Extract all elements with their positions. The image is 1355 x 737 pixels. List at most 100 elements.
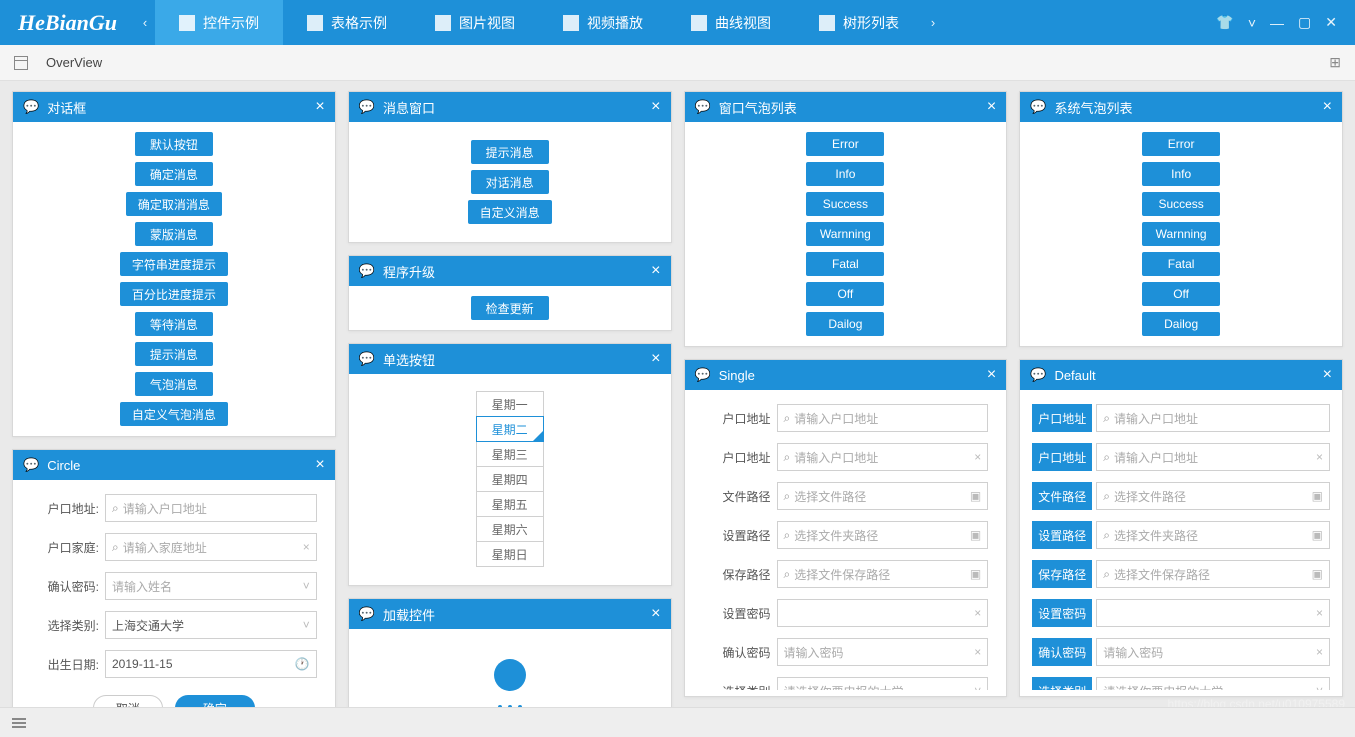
- text-input[interactable]: ×: [1096, 599, 1330, 627]
- chevron-down-icon[interactable]: ˅: [1316, 684, 1323, 690]
- clear-icon[interactable]: ×: [974, 645, 981, 659]
- action-button[interactable]: Warnning: [1142, 222, 1220, 246]
- close-icon[interactable]: ✕: [1325, 14, 1337, 31]
- action-button[interactable]: Success: [1142, 192, 1220, 216]
- action-button[interactable]: 自定义气泡消息: [120, 402, 228, 426]
- action-button[interactable]: Off: [1142, 282, 1220, 306]
- radio-option[interactable]: 星期日: [476, 541, 544, 567]
- card-close-icon[interactable]: ×: [315, 456, 324, 474]
- action-button[interactable]: 确定取消消息: [126, 192, 222, 216]
- windows-icon[interactable]: ⊞: [1329, 54, 1341, 71]
- action-button[interactable]: Dailog: [806, 312, 884, 336]
- action-button[interactable]: Info: [1142, 162, 1220, 186]
- nav-tab[interactable]: 表格示例: [283, 0, 411, 45]
- dropdown-caret-icon[interactable]: ˅: [1248, 15, 1256, 31]
- nav-tab[interactable]: 视频播放: [539, 0, 667, 45]
- card-close-icon[interactable]: ×: [987, 98, 996, 116]
- card-close-icon[interactable]: ×: [651, 350, 660, 368]
- text-input[interactable]: ⌕请输入家庭地址×: [105, 533, 317, 561]
- clear-icon[interactable]: ×: [974, 450, 981, 464]
- action-button[interactable]: 自定义消息: [468, 200, 552, 224]
- text-input[interactable]: ⌕选择文件路径▣: [777, 482, 989, 510]
- text-input[interactable]: ⌕选择文件夹路径▣: [1096, 521, 1330, 549]
- clear-icon[interactable]: ×: [303, 540, 310, 554]
- text-input[interactable]: ⌕请输入户口地址×: [1096, 443, 1330, 471]
- text-input[interactable]: 上海交通大学˅: [105, 611, 317, 639]
- clear-icon[interactable]: ×: [1316, 450, 1323, 464]
- radio-option[interactable]: 星期一: [476, 391, 544, 417]
- action-button[interactable]: 默认按钮: [135, 132, 213, 156]
- action-button[interactable]: 提示消息: [471, 140, 549, 164]
- maximize-icon[interactable]: ▢: [1298, 14, 1311, 31]
- clear-icon[interactable]: ×: [1316, 645, 1323, 659]
- layout-icon[interactable]: [14, 56, 28, 70]
- folder-icon[interactable]: ▣: [970, 567, 981, 581]
- action-button[interactable]: Fatal: [806, 252, 884, 276]
- card-close-icon[interactable]: ×: [987, 366, 996, 384]
- card-close-icon[interactable]: ×: [651, 605, 660, 623]
- nav-tab[interactable]: 控件示例: [155, 0, 283, 45]
- text-input[interactable]: ⌕请输入户口地址: [105, 494, 317, 522]
- text-input[interactable]: 2019-11-15🕐: [105, 650, 317, 678]
- text-input[interactable]: 请输入密码×: [1096, 638, 1330, 666]
- card-close-icon[interactable]: ×: [1323, 98, 1332, 116]
- folder-icon[interactable]: ▣: [1312, 528, 1323, 542]
- ok-button[interactable]: 确定: [175, 695, 255, 707]
- clear-icon[interactable]: ×: [1316, 606, 1323, 620]
- folder-icon[interactable]: ▣: [970, 489, 981, 503]
- nav-prev-icon[interactable]: ‹: [135, 15, 155, 30]
- radio-option[interactable]: 星期三: [476, 441, 544, 467]
- chevron-down-icon[interactable]: ˅: [303, 579, 310, 593]
- minimize-icon[interactable]: —: [1270, 15, 1284, 31]
- action-button[interactable]: 检查更新: [471, 296, 549, 320]
- action-button[interactable]: 字符串进度提示: [120, 252, 228, 276]
- action-button[interactable]: Error: [1142, 132, 1220, 156]
- theme-icon[interactable]: 👕: [1216, 14, 1233, 31]
- text-input[interactable]: 请输入姓名˅: [105, 572, 317, 600]
- nav-tab[interactable]: 树形列表: [795, 0, 923, 45]
- action-button[interactable]: Dailog: [1142, 312, 1220, 336]
- text-input[interactable]: ⌕选择文件路径▣: [1096, 482, 1330, 510]
- card-close-icon[interactable]: ×: [651, 98, 660, 116]
- cancel-button[interactable]: 取消: [93, 695, 163, 707]
- nav-tab[interactable]: 曲线视图: [667, 0, 795, 45]
- action-button[interactable]: Fatal: [1142, 252, 1220, 276]
- card-close-icon[interactable]: ×: [651, 262, 660, 280]
- chevron-down-icon[interactable]: ˅: [303, 618, 310, 632]
- text-input[interactable]: ⌕请输入户口地址: [777, 404, 989, 432]
- text-input[interactable]: 请选择你要申报的大学˅: [777, 677, 989, 690]
- action-button[interactable]: Info: [806, 162, 884, 186]
- radio-option[interactable]: 星期六: [476, 516, 544, 542]
- action-button[interactable]: 提示消息: [135, 342, 213, 366]
- action-button[interactable]: Off: [806, 282, 884, 306]
- card-close-icon[interactable]: ×: [1323, 366, 1332, 384]
- action-button[interactable]: 百分比进度提示: [120, 282, 228, 306]
- chevron-down-icon[interactable]: ˅: [974, 684, 981, 690]
- text-input[interactable]: 请选择你要申报的大学˅: [1096, 677, 1330, 690]
- action-button[interactable]: 蒙版消息: [135, 222, 213, 246]
- folder-icon[interactable]: ▣: [1312, 489, 1323, 503]
- text-input[interactable]: ⌕选择文件保存路径▣: [777, 560, 989, 588]
- text-input[interactable]: ⌕选择文件保存路径▣: [1096, 560, 1330, 588]
- nav-next-icon[interactable]: ›: [923, 15, 943, 30]
- action-button[interactable]: 等待消息: [135, 312, 213, 336]
- text-input[interactable]: ⌕选择文件夹路径▣: [777, 521, 989, 549]
- radio-option[interactable]: 星期二: [476, 416, 544, 442]
- radio-option[interactable]: 星期四: [476, 466, 544, 492]
- action-button[interactable]: Success: [806, 192, 884, 216]
- text-input[interactable]: 请输入密码×: [777, 638, 989, 666]
- folder-icon[interactable]: ▣: [970, 528, 981, 542]
- menu-icon[interactable]: [12, 716, 26, 730]
- clock-icon[interactable]: 🕐: [295, 657, 310, 671]
- action-button[interactable]: 对话消息: [471, 170, 549, 194]
- clear-icon[interactable]: ×: [974, 606, 981, 620]
- action-button[interactable]: 确定消息: [135, 162, 213, 186]
- text-input[interactable]: ⌕请输入户口地址×: [777, 443, 989, 471]
- text-input[interactable]: ⌕请输入户口地址: [1096, 404, 1330, 432]
- card-close-icon[interactable]: ×: [315, 98, 324, 116]
- nav-tab[interactable]: 图片视图: [411, 0, 539, 45]
- text-input[interactable]: ×: [777, 599, 989, 627]
- action-button[interactable]: Error: [806, 132, 884, 156]
- action-button[interactable]: 气泡消息: [135, 372, 213, 396]
- radio-option[interactable]: 星期五: [476, 491, 544, 517]
